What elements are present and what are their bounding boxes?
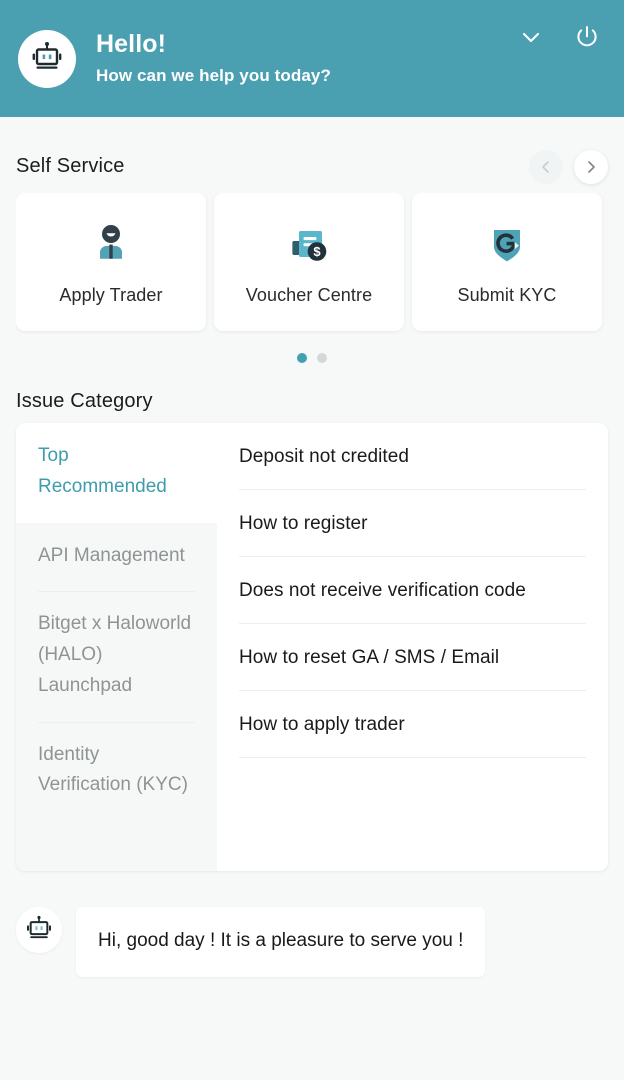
person-trader-icon xyxy=(88,219,134,269)
header-avatar xyxy=(18,29,76,88)
category-sidebar: Top Recommended API Management Bitget x … xyxy=(16,423,217,871)
chevron-down-icon xyxy=(522,32,540,43)
issue-category-header: Issue Category xyxy=(16,363,608,423)
category-item-halo-launchpad[interactable]: Bitget x Haloworld (HALO) Launchpad xyxy=(16,591,217,721)
carousel-pagination xyxy=(16,337,608,363)
category-item-top-recommended[interactable]: Top Recommended xyxy=(16,423,217,523)
category-item-api-management[interactable]: API Management xyxy=(16,523,217,592)
shield-refresh-icon xyxy=(484,219,530,269)
issue-category-title: Issue Category xyxy=(16,390,153,412)
robot-icon xyxy=(27,915,51,939)
service-card-apply-trader[interactable]: Apply Trader xyxy=(16,193,206,331)
header-text-block: Hello! How can we help you today? xyxy=(96,30,516,87)
category-item-identity-verification[interactable]: Identity Verification (KYC) xyxy=(16,721,217,822)
carousel-next-button[interactable] xyxy=(574,149,608,184)
close-button[interactable] xyxy=(572,22,602,52)
list-item[interactable]: Does not receive verification code xyxy=(239,557,586,624)
header-actions xyxy=(516,22,602,52)
self-service-header: Self Service xyxy=(16,117,608,184)
carousel-dot-2[interactable] xyxy=(317,353,327,363)
issue-category-section: Issue Category Top Recommended API Manag… xyxy=(0,363,624,871)
chat-header: Hello! How can we help you today? xyxy=(0,0,624,117)
chevron-right-icon xyxy=(588,160,595,173)
issue-list: Deposit not credited How to register Doe… xyxy=(217,423,608,871)
power-icon xyxy=(577,26,597,47)
page-title: Hello! xyxy=(96,30,167,59)
minimize-button[interactable] xyxy=(516,22,546,52)
voucher-dollar-icon: $ xyxy=(286,219,332,269)
carousel-nav xyxy=(529,149,608,184)
service-card-label: Voucher Centre xyxy=(245,284,373,305)
issue-category-panel: Top Recommended API Management Bitget x … xyxy=(16,423,608,871)
service-cards-viewport: Apply Trader $ Voucher Centre Submit KYC xyxy=(16,193,608,337)
bot-avatar xyxy=(16,907,62,953)
bot-message-bubble: Hi, good day ! It is a pleasure to serve… xyxy=(76,907,486,978)
service-card-label: Submit KYC xyxy=(457,284,557,305)
self-service-section: Self Service Apply Trader $ Voucher Cent… xyxy=(0,117,624,363)
service-card-label: Apply Trader xyxy=(59,284,163,305)
list-item[interactable]: Deposit not credited xyxy=(239,423,586,490)
chat-message-row: Hi, good day ! It is a pleasure to serve… xyxy=(0,871,624,978)
service-cards-row: Apply Trader $ Voucher Centre Submit KYC xyxy=(16,193,608,331)
self-service-title: Self Service xyxy=(16,155,125,177)
carousel-prev-button[interactable] xyxy=(529,149,563,184)
list-item[interactable]: How to apply trader xyxy=(239,691,586,758)
service-card-submit-kyc[interactable]: Submit KYC xyxy=(412,193,602,331)
header-subtitle: How can we help you today? xyxy=(96,65,331,85)
service-card-voucher-centre[interactable]: $ Voucher Centre xyxy=(214,193,404,331)
list-item[interactable]: How to register xyxy=(239,490,586,557)
carousel-dot-1[interactable] xyxy=(297,353,307,363)
chevron-left-icon xyxy=(542,160,549,173)
robot-icon xyxy=(32,41,62,69)
list-item[interactable]: How to reset GA / SMS / Email xyxy=(239,624,586,691)
svg-text:$: $ xyxy=(313,244,321,259)
